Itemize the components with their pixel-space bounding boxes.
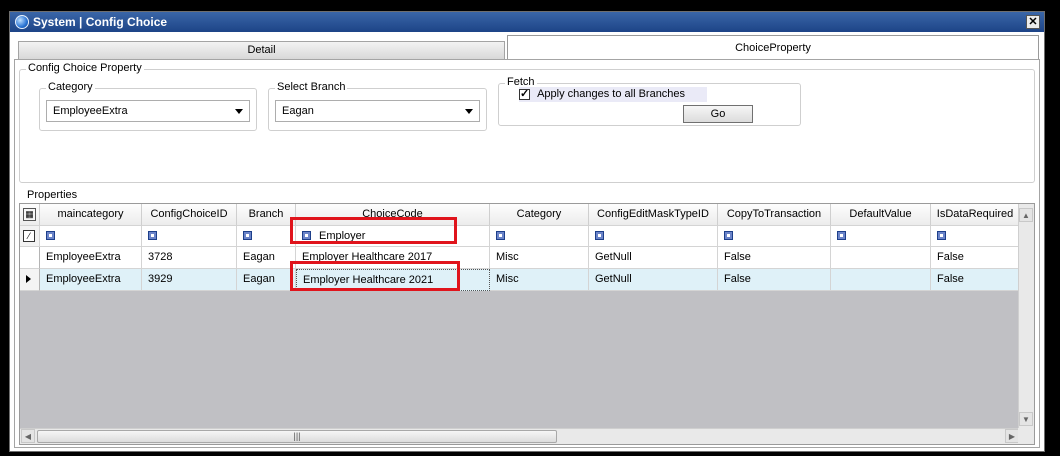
col-header-branch[interactable]: Branch [237,204,296,226]
properties-legend: Properties [25,189,80,202]
category-group: Category EmployeeExtra [39,81,257,131]
scroll-down-icon[interactable]: ▼ [1019,412,1033,426]
branch-group: Select Branch Eagan [268,81,487,131]
choiceproperty-panel: Config Choice Property Category Employee… [14,59,1040,448]
col-header-category[interactable]: Category [490,204,589,226]
cell-configchoiceid[interactable]: 3728 [142,247,237,269]
table-row[interactable]: EmployeeExtra 3929 Eagan Employer Health… [20,269,1020,291]
close-icon[interactable]: ✕ [1026,15,1040,29]
fetch-group: Fetch Apply changes to all Branches Go [498,76,801,126]
horizontal-scrollbar[interactable]: ◀ ||| ▶ [20,428,1020,444]
highlight-filter-choicecode [290,217,457,244]
config-choice-property-legend: Config Choice Property [26,62,144,75]
scroll-right-icon[interactable]: ▶ [1005,429,1019,443]
col-header-configeditmasktypeid[interactable]: ConfigEditMaskTypeID [589,204,718,226]
filter-operator-icon[interactable] [496,230,505,240]
grid-filter-row: ⁄ Employer [20,226,1020,247]
cell-maincategory[interactable]: EmployeeExtra [40,269,142,291]
horizontal-scroll-thumb[interactable]: ||| [37,430,557,443]
cell-copytotransaction[interactable]: False [718,269,831,291]
filter-defaultvalue[interactable] [831,226,931,247]
col-header-copytotransaction[interactable]: CopyToTransaction [718,204,831,226]
category-select[interactable]: EmployeeExtra [46,100,250,122]
filter-category[interactable] [490,226,589,247]
select-branch-label: Select Branch [275,81,348,94]
cell-defaultvalue[interactable] [831,247,931,269]
row-selector[interactable] [20,247,40,269]
tab-detail[interactable]: Detail [18,41,505,59]
apply-all-branches-checkbox[interactable] [519,87,530,102]
filter-configchoiceid[interactable] [142,226,237,247]
filter-operator-icon[interactable] [148,230,157,240]
cell-branch[interactable]: Eagan [237,247,296,269]
tab-choiceproperty[interactable]: ChoiceProperty [507,35,1039,59]
filter-operator-icon[interactable] [724,230,733,240]
col-header-isdatarequired[interactable]: IsDataRequired [931,204,1020,226]
cell-category[interactable]: Misc [490,247,589,269]
title-bar[interactable]: System | Config Choice ✕ [10,12,1044,32]
filter-maincategory[interactable] [40,226,142,247]
filter-isdatarequired[interactable] [931,226,1020,247]
cell-defaultvalue[interactable] [831,269,931,291]
cell-copytotransaction[interactable]: False [718,247,831,269]
filter-operator-icon[interactable] [243,230,252,240]
grid-header-row: ▦ maincategory ConfigChoiceID Branch Cho… [20,204,1020,226]
cell-maincategory[interactable]: EmployeeExtra [40,247,142,269]
cell-isdatarequired[interactable]: False [931,269,1020,291]
filter-operator-icon[interactable] [937,230,946,240]
column-chooser-icon[interactable]: ▦ [20,204,40,226]
col-header-configchoiceid[interactable]: ConfigChoiceID [142,204,237,226]
filter-operator-icon[interactable] [837,230,846,240]
chevron-down-icon[interactable] [235,109,243,114]
filter-clear-glyph: ⁄ [23,230,35,242]
filter-copytotransaction[interactable] [718,226,831,247]
config-choice-window: System | Config Choice ✕ Detail ChoicePr… [9,11,1045,452]
filter-operator-icon[interactable] [46,230,55,240]
filter-branch[interactable] [237,226,296,247]
scroll-left-icon[interactable]: ◀ [21,429,35,443]
app-icon [15,15,29,29]
config-choice-property-group: Config Choice Property Category Employee… [19,62,1035,183]
apply-all-branches-label: Apply changes to all Branches [537,88,686,100]
table-row[interactable]: EmployeeExtra 3728 Eagan Employer Health… [20,247,1020,269]
properties-grid: ▦ maincategory ConfigChoiceID Branch Cho… [19,203,1035,445]
vertical-scrollbar[interactable]: ▲ ▼ [1018,204,1034,428]
filter-clear-icon[interactable]: ⁄ [20,226,40,247]
cell-category[interactable]: Misc [490,269,589,291]
col-header-maincategory[interactable]: maincategory [40,204,142,226]
branch-value: Eagan [282,105,314,117]
branch-select[interactable]: Eagan [275,100,480,122]
cell-configchoiceid[interactable]: 3929 [142,269,237,291]
cell-isdatarequired[interactable]: False [931,247,1020,269]
scrollbar-corner [1018,428,1034,444]
go-button[interactable]: Go [683,105,753,123]
cell-configeditmasktypeid[interactable]: GetNull [589,269,718,291]
chevron-down-icon[interactable] [465,109,473,114]
filter-operator-icon[interactable] [595,230,604,240]
col-header-defaultvalue[interactable]: DefaultValue [831,204,931,226]
current-row-arrow-icon [26,275,31,284]
filter-configeditmasktypeid[interactable] [589,226,718,247]
cell-configeditmasktypeid[interactable]: GetNull [589,247,718,269]
scroll-up-icon[interactable]: ▲ [1019,208,1033,222]
highlight-choicecode-2021 [290,261,460,291]
window-title: System | Config Choice [33,15,168,29]
grid-settings-icon: ▦ [23,208,36,221]
category-value: EmployeeExtra [53,105,128,117]
category-label: Category [46,81,95,94]
cell-branch[interactable]: Eagan [237,269,296,291]
apply-all-branches-row[interactable]: Apply changes to all Branches [519,87,707,102]
row-selector[interactable] [20,269,40,291]
